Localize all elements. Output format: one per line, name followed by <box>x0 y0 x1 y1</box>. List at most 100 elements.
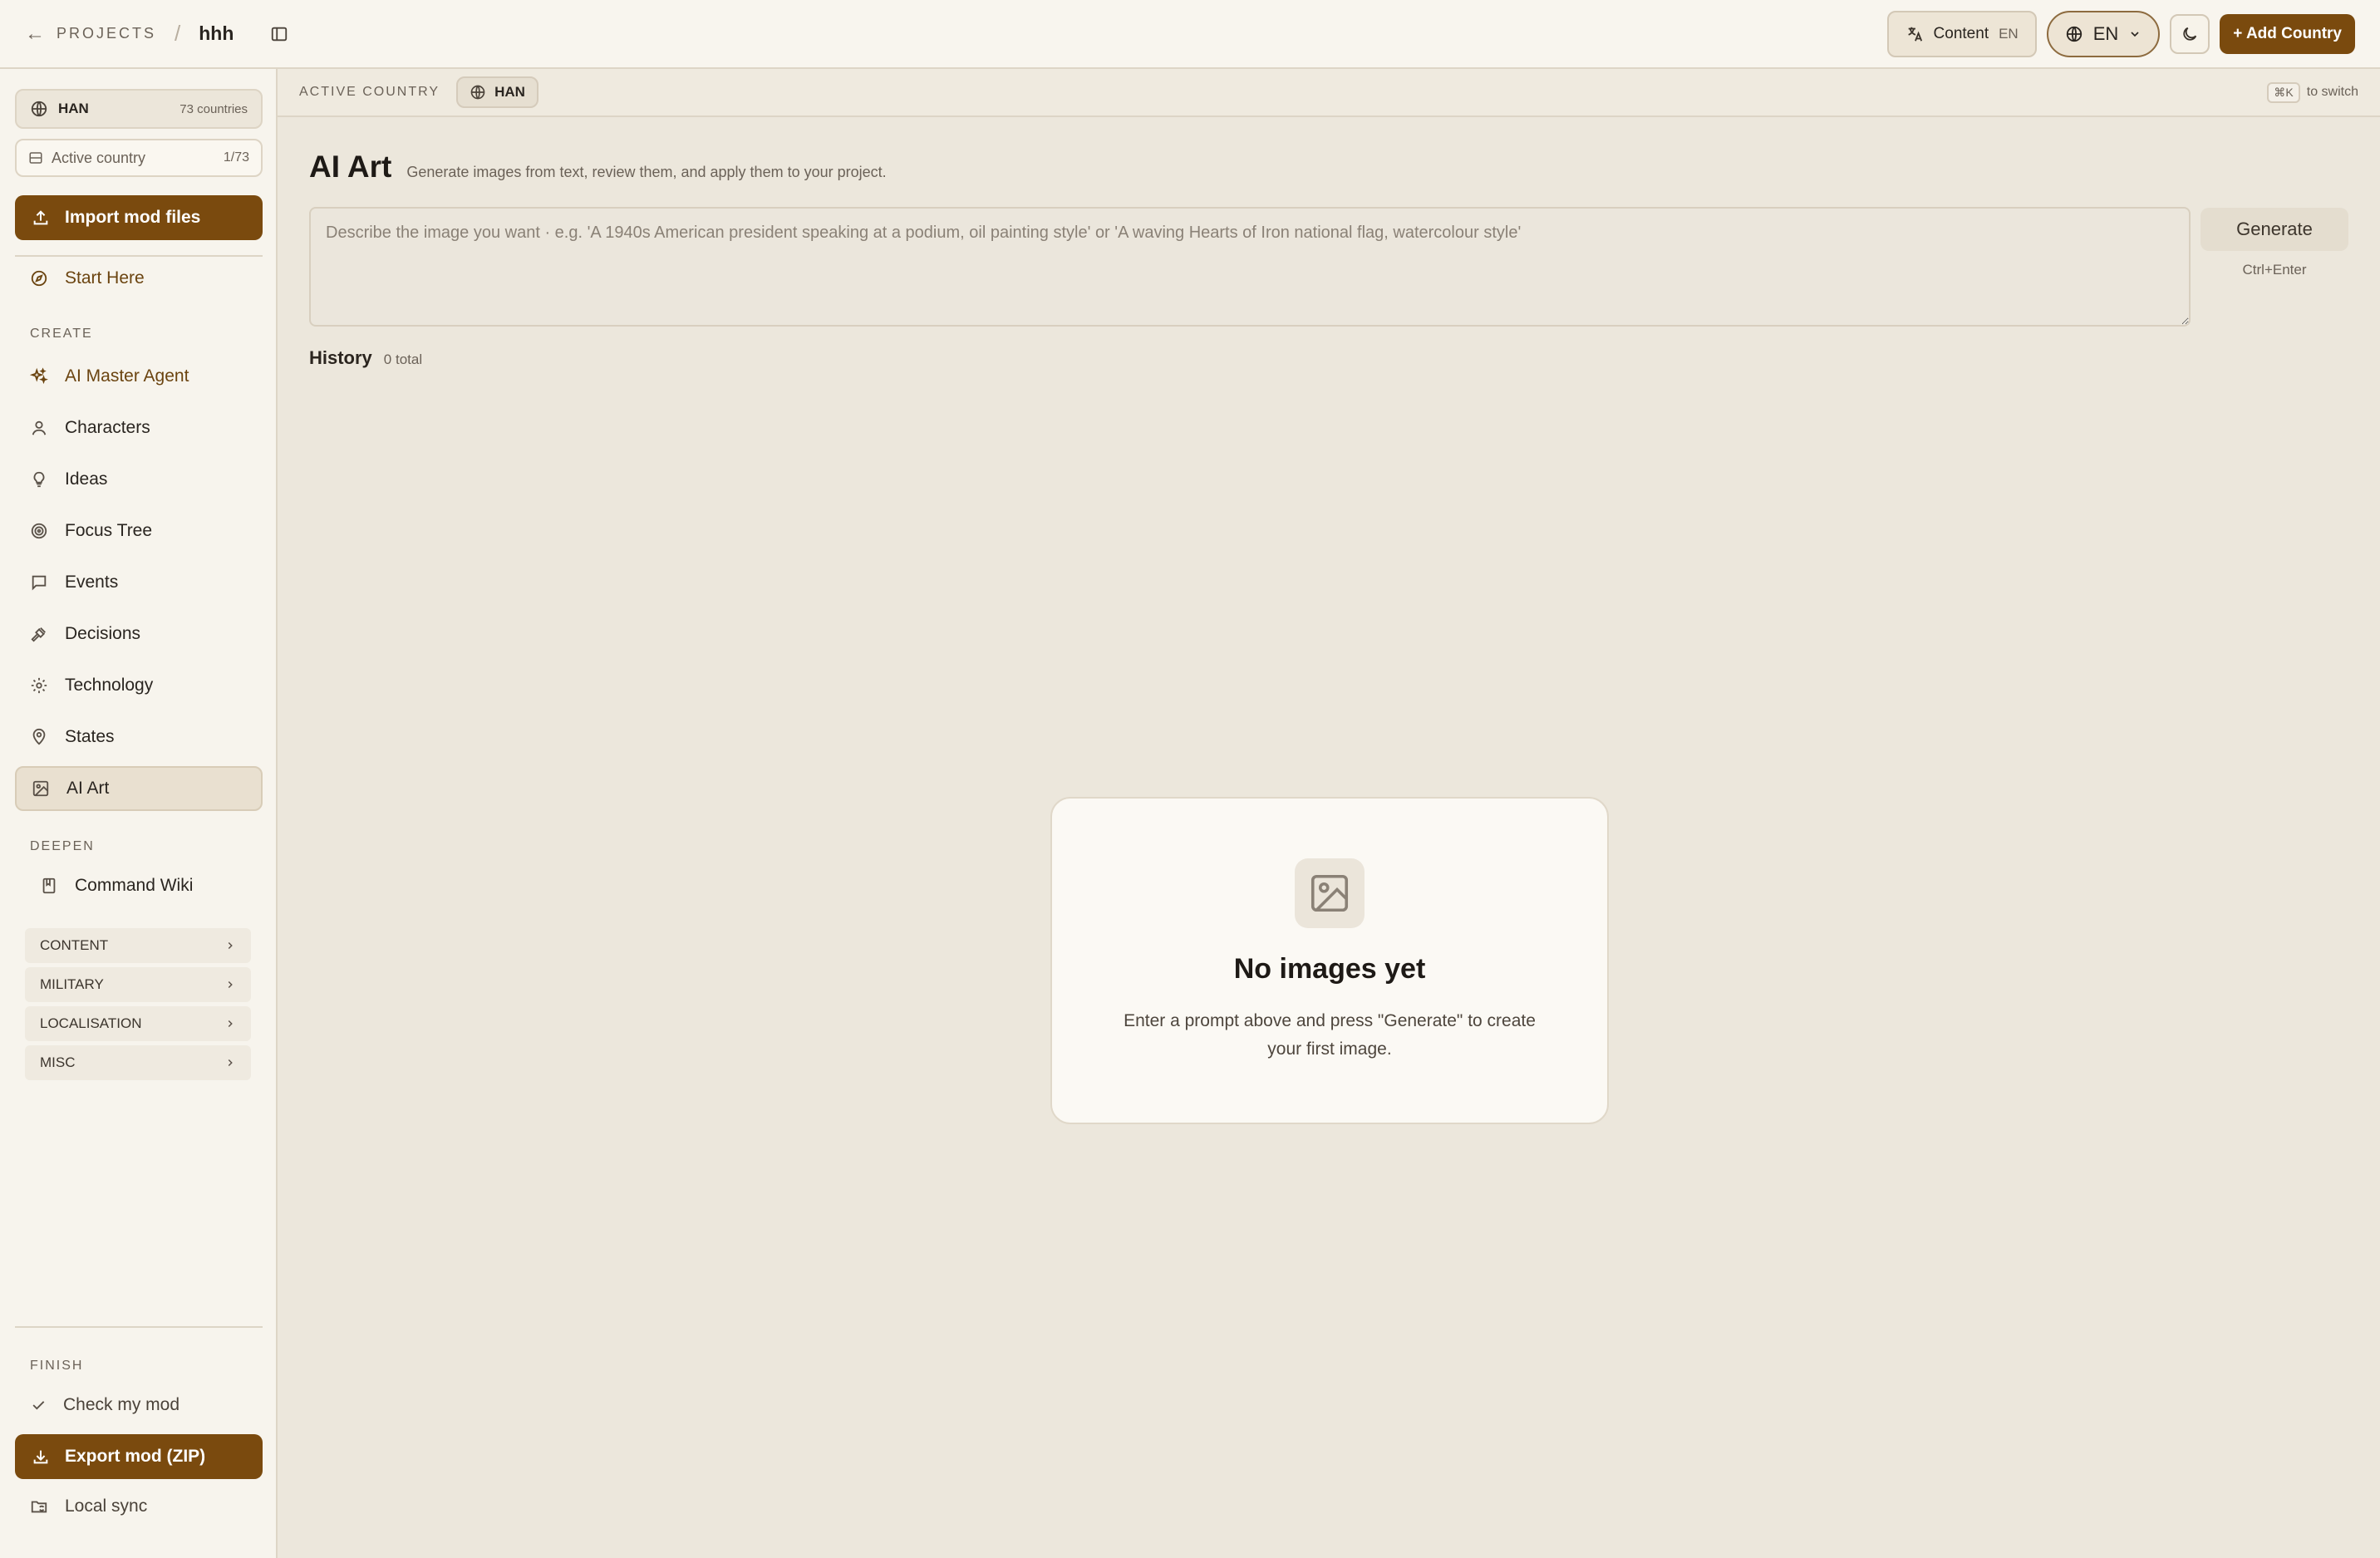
group-military[interactable]: MILITARY <box>25 967 251 1002</box>
sidebar-item-label: Ideas <box>65 469 108 489</box>
translate-icon <box>1905 25 1924 43</box>
sidebar-item-ai-master-agent[interactable]: AI Master Agent <box>15 354 263 399</box>
upload-icon <box>32 209 50 227</box>
check-icon <box>30 1397 47 1413</box>
breadcrumb: ← PROJECTS / hhh <box>25 21 288 47</box>
sidebar-item-label: Start Here <box>65 268 145 288</box>
active-country-label: Active country <box>52 149 146 166</box>
group-localisation[interactable]: LOCALISATION <box>25 1006 251 1041</box>
chevron-right-icon <box>224 979 236 990</box>
empty-state-title: No images yet <box>1233 953 1426 985</box>
history-title: History <box>309 347 372 368</box>
section-label-deepen: DEEPEN <box>30 839 95 853</box>
sidebar-item-check-mod[interactable]: Check my mod <box>15 1383 263 1428</box>
add-country-button[interactable]: + Add Country <box>2220 13 2355 54</box>
page-header: AI Art Generate images from text, review… <box>309 150 887 184</box>
sidebar-item-start-here[interactable]: Start Here <box>15 256 263 301</box>
gear-icon <box>30 676 48 695</box>
book-icon <box>40 877 58 895</box>
globe-icon <box>470 84 486 101</box>
sparkles-icon <box>30 367 48 386</box>
sidebar-item-local-sync[interactable]: Local sync <box>15 1484 263 1529</box>
export-mod-button[interactable]: Export mod (ZIP) <box>15 1434 263 1479</box>
history-header: History 0 total <box>309 347 422 369</box>
country-selector[interactable]: HAN 73 countries <box>15 89 263 129</box>
import-mod-files-button[interactable]: Import mod files <box>15 195 263 240</box>
globe-icon <box>2065 25 2083 43</box>
folder-sync-icon <box>30 1497 48 1516</box>
section-label-create: CREATE <box>30 327 93 341</box>
generate-button[interactable]: Generate <box>2201 208 2348 251</box>
sidebar-item-label: Command Wiki <box>75 876 194 895</box>
theme-toggle-button[interactable] <box>2170 13 2210 54</box>
sidebar-item-focus-tree[interactable]: Focus Tree <box>15 509 263 553</box>
sidebar-item-label: Focus Tree <box>65 521 153 540</box>
switch-hint: ⌘K to switch <box>2267 81 2358 103</box>
sidebar-item-command-wiki[interactable]: Command Wiki <box>15 863 263 908</box>
lightbulb-icon <box>30 470 48 489</box>
sidebar-item-events[interactable]: Events <box>15 560 263 605</box>
project-name[interactable]: hhh <box>199 22 234 45</box>
group-label: MISC <box>40 1054 76 1070</box>
sidebar-item-decisions[interactable]: Decisions <box>15 612 263 656</box>
image-icon <box>32 779 50 798</box>
export-label: Export mod (ZIP) <box>65 1447 206 1466</box>
shortcut-key: ⌘K <box>2267 81 2300 103</box>
sidebar-item-ai-art[interactable]: AI Art <box>15 766 263 811</box>
user-icon <box>30 419 48 437</box>
group-label: CONTENT <box>40 937 109 953</box>
active-country-chip[interactable]: HAN <box>456 76 538 108</box>
group-content[interactable]: CONTENT <box>25 928 251 963</box>
sidebar-item-label: AI Art <box>66 779 110 798</box>
group-misc[interactable]: MISC <box>25 1045 251 1080</box>
globe-icon <box>30 100 48 118</box>
sidebar-item-states[interactable]: States <box>15 715 263 759</box>
language-value: EN <box>2092 22 2119 44</box>
sidebar-item-characters[interactable]: Characters <box>15 405 263 450</box>
sidebar-item-label: Local sync <box>65 1497 148 1516</box>
list-icon <box>28 150 43 165</box>
compass-icon <box>30 269 48 288</box>
sidebar-item-ideas[interactable]: Ideas <box>15 457 263 502</box>
sidebar-item-label: Check my mod <box>63 1395 180 1414</box>
gavel-icon <box>30 625 48 643</box>
sidebar-toggle-icon[interactable] <box>270 25 288 43</box>
chevron-down-icon <box>2128 27 2142 41</box>
sidebar-item-label: AI Master Agent <box>65 366 189 386</box>
breadcrumb-separator: / <box>175 21 181 46</box>
sidebar-item-label: States <box>65 727 115 746</box>
content-label: Content <box>1933 24 1989 42</box>
sidebar-item-label: Technology <box>65 676 154 695</box>
chevron-right-icon <box>224 940 236 951</box>
country-count: 73 countries <box>179 101 248 116</box>
prompt-input[interactable] <box>309 207 2191 327</box>
active-country-bar: ACTIVE COUNTRY HAN ⌘K to switch <box>278 69 2380 117</box>
map-pin-icon <box>30 728 48 746</box>
target-icon <box>30 522 48 540</box>
group-label: MILITARY <box>40 976 104 992</box>
chevron-right-icon <box>224 1057 236 1069</box>
page-title: AI Art <box>309 150 392 184</box>
empty-state-card: No images yet Enter a prompt above and p… <box>1050 797 1609 1124</box>
active-country-selector[interactable]: Active country 1/73 <box>15 139 263 177</box>
divider <box>15 1326 263 1328</box>
top-bar: ← PROJECTS / hhh Content EN EN + Add Cou… <box>0 0 2380 69</box>
active-country-fraction: 1/73 <box>223 150 249 165</box>
switch-hint-text: to switch <box>2306 85 2358 99</box>
content-language-button[interactable]: Content EN <box>1886 10 2037 57</box>
group-label: LOCALISATION <box>40 1015 142 1031</box>
page-description: Generate images from text, review them, … <box>406 164 887 180</box>
projects-link[interactable]: PROJECTS <box>57 25 156 42</box>
moon-icon <box>2181 25 2199 43</box>
history-count: 0 total <box>383 351 423 367</box>
sidebar-item-technology[interactable]: Technology <box>15 663 263 708</box>
section-label-finish: FINISH <box>30 1359 84 1373</box>
empty-state-text: Enter a prompt above and press "Generate… <box>1124 1011 1536 1059</box>
active-country-heading: ACTIVE COUNTRY <box>299 85 440 99</box>
active-country-tag: HAN <box>494 84 525 100</box>
download-icon <box>32 1447 50 1466</box>
language-selector[interactable]: EN <box>2046 10 2161 57</box>
back-arrow-icon[interactable]: ← <box>25 22 45 46</box>
sidebar-item-label: Events <box>65 573 119 592</box>
generate-shortcut: Ctrl+Enter <box>2242 262 2307 278</box>
